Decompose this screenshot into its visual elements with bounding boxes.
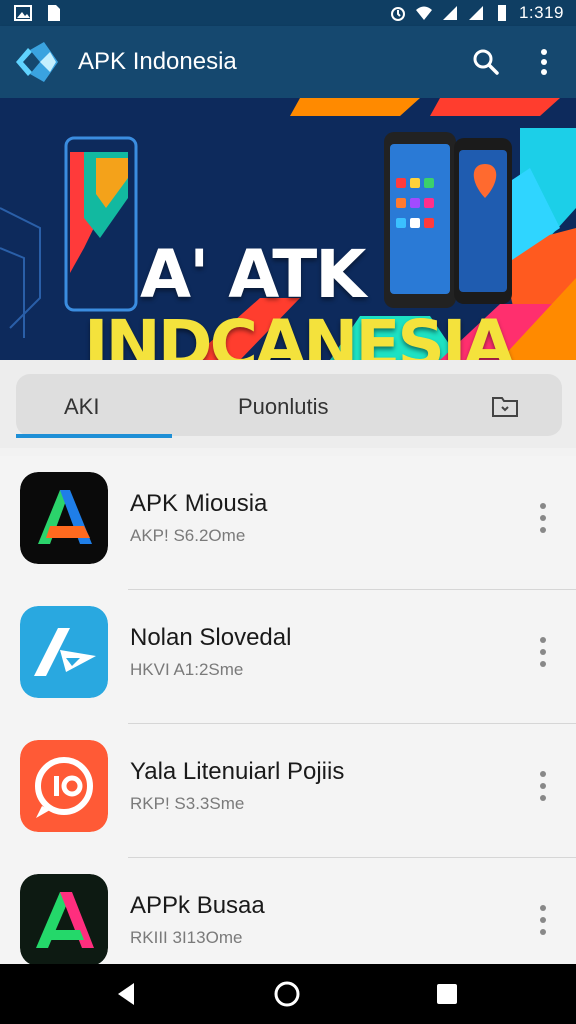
app-meta: AKP! S6.2Ome: [130, 526, 246, 545]
home-icon[interactable]: [272, 979, 302, 1009]
tab-aki[interactable]: AKI: [64, 394, 99, 420]
more-vert-icon[interactable]: [532, 634, 554, 670]
app-name: Nolan Slovedal: [130, 624, 292, 651]
tab-indicator: [16, 434, 172, 438]
paper-plane-a-icon: [20, 606, 108, 698]
more-vert-icon[interactable]: [532, 500, 554, 536]
list-item[interactable]: Yala Litenuiarl Pojiis RKP! S3.3Sme: [0, 724, 576, 858]
list-item[interactable]: APK Miousia AKP! S6.2Ome: [0, 456, 576, 590]
back-icon[interactable]: [112, 979, 142, 1009]
chat-io-icon: [20, 740, 108, 832]
status-bar: 1:319: [0, 0, 576, 26]
folder-icon[interactable]: [490, 392, 520, 420]
banner-headline-main: INDCANESIA: [84, 306, 515, 360]
list-item[interactable]: APPk Busaa RKIII 3I13Ome: [0, 858, 576, 964]
system-nav-bar: [0, 964, 576, 1024]
app-title: APK Indonesia: [78, 48, 237, 75]
app-name: APK Miousia: [130, 490, 268, 517]
alarm-icon: [390, 7, 405, 21]
signal-icon: [468, 6, 483, 20]
tab-puonlutis[interactable]: Puonlutis: [238, 394, 329, 420]
app-name: Yala Litenuiarl Pojiis: [130, 758, 345, 785]
status-time: 1:319: [518, 3, 564, 22]
wifi-icon: [415, 6, 432, 20]
search-icon[interactable]: [470, 46, 502, 78]
app-meta: RKIII 3I13Ome: [130, 928, 243, 947]
more-vert-icon[interactable]: [530, 46, 558, 78]
app-meta: HKVI A1:2Sme: [130, 660, 244, 679]
signal-icon: [442, 6, 457, 20]
banner-headline: A' ATK: [140, 236, 366, 313]
app-meta: RKP! S3.3Sme: [130, 794, 245, 813]
app-bar: APK Indonesia: [0, 26, 576, 98]
app-list: APK Miousia AKP! S6.2Ome Nolan Slovedal …: [0, 456, 576, 964]
more-vert-icon[interactable]: [532, 768, 554, 804]
app-logo-icon: [16, 42, 58, 82]
image-icon: [14, 5, 32, 21]
list-item[interactable]: Nolan Slovedal HKVI A1:2Sme: [0, 590, 576, 724]
letter-a-icon: [20, 472, 108, 564]
tab-container: AKI Puonlutis: [16, 374, 562, 436]
battery-icon: [497, 5, 506, 21]
sim-icon: [48, 5, 60, 21]
promo-banner[interactable]: A' ATK INDCANESIA: [0, 98, 576, 360]
app-name: APPk Busaa: [130, 892, 265, 919]
recents-icon[interactable]: [432, 979, 462, 1009]
more-vert-icon[interactable]: [532, 902, 554, 938]
letter-a-icon: [20, 874, 108, 964]
